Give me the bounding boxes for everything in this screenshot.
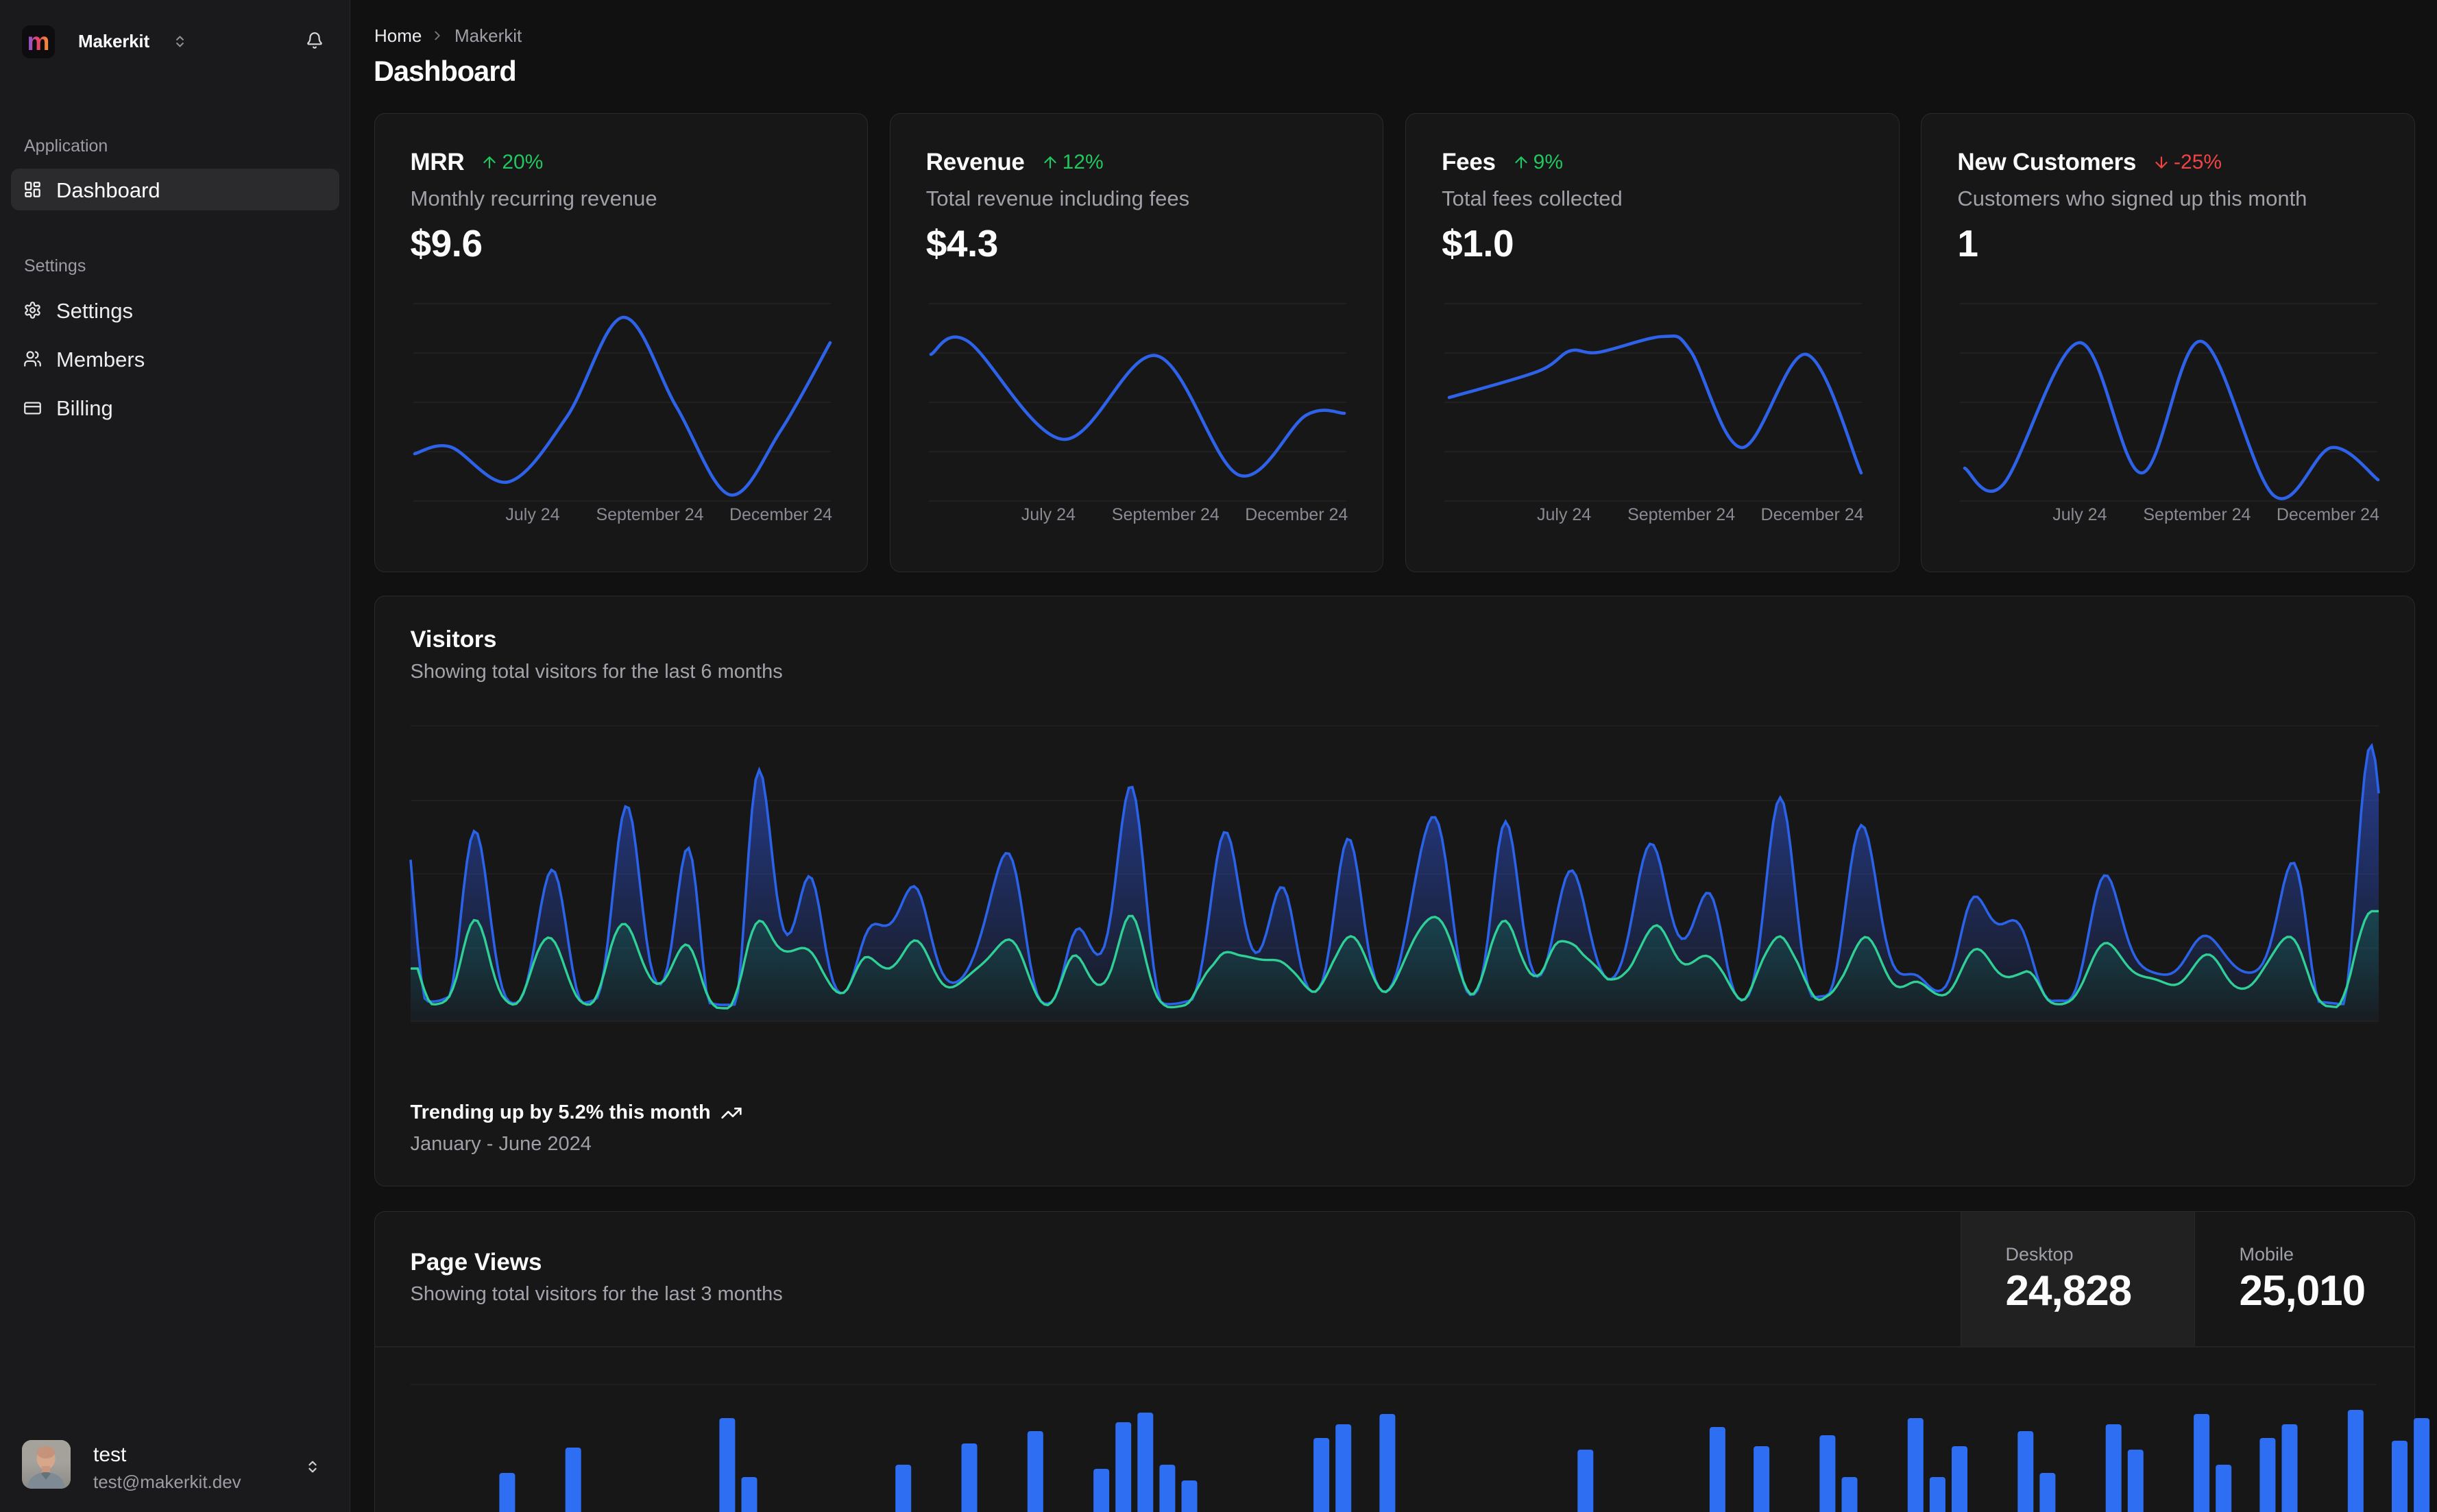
svg-text:m: m (27, 27, 50, 56)
